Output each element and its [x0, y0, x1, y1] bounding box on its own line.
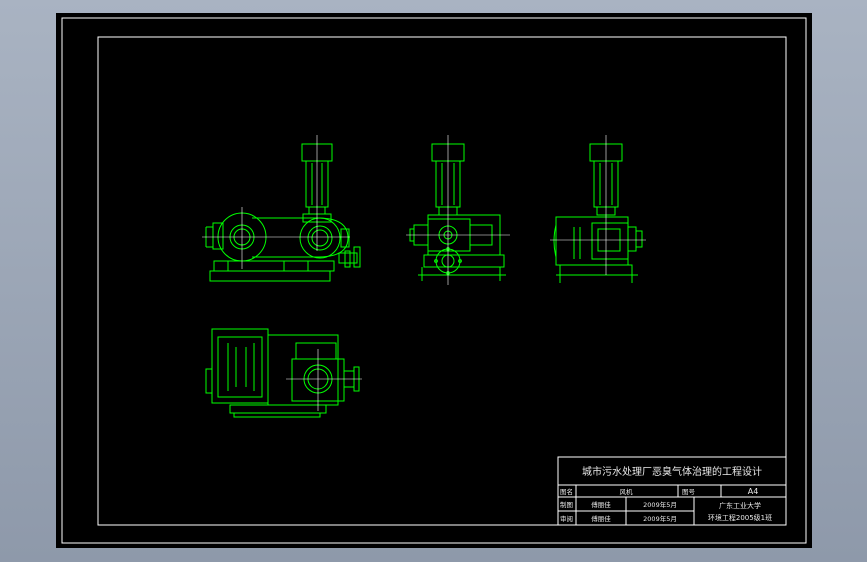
top-view: [205, 328, 360, 418]
side-view: [409, 143, 506, 281]
class-name: 环境工程2005级1班: [708, 513, 772, 522]
inner-frame: [97, 36, 787, 526]
front-view: [205, 143, 361, 282]
side-view-centerlines: [406, 135, 510, 285]
drafter: 傅丽佳: [591, 500, 611, 509]
top-view-centerlines: [286, 349, 362, 411]
rear-view-centerlines: [550, 135, 646, 275]
label-drawing-name: 图名: [560, 487, 573, 496]
label-review: 审阅: [560, 514, 573, 523]
title-block-title: 城市污水处理厂恶臭气体治理的工程设计: [582, 465, 762, 478]
label-drawing-number: 图号: [682, 488, 696, 496]
school-name: 广东工业大学: [719, 501, 761, 510]
reviewer: 傅丽佳: [591, 514, 611, 523]
outer-frame: [61, 17, 807, 544]
drawing-number: A4: [748, 487, 759, 496]
blower-assembly-drawing: 城市污水处理厂恶臭气体治理的工程设计 图名 风机 图号 A4 制图 傅丽佳 20…: [61, 17, 807, 544]
date-review: 2009年5月: [643, 514, 677, 523]
cad-viewport[interactable]: 城市污水处理厂恶臭气体治理的工程设计 图名 风机 图号 A4 制图 傅丽佳 20…: [56, 13, 812, 548]
label-drafted: 制图: [560, 500, 573, 509]
drawing-name: 风机: [620, 487, 634, 496]
rear-view: [553, 143, 643, 283]
date-drafted: 2009年5月: [643, 500, 677, 509]
